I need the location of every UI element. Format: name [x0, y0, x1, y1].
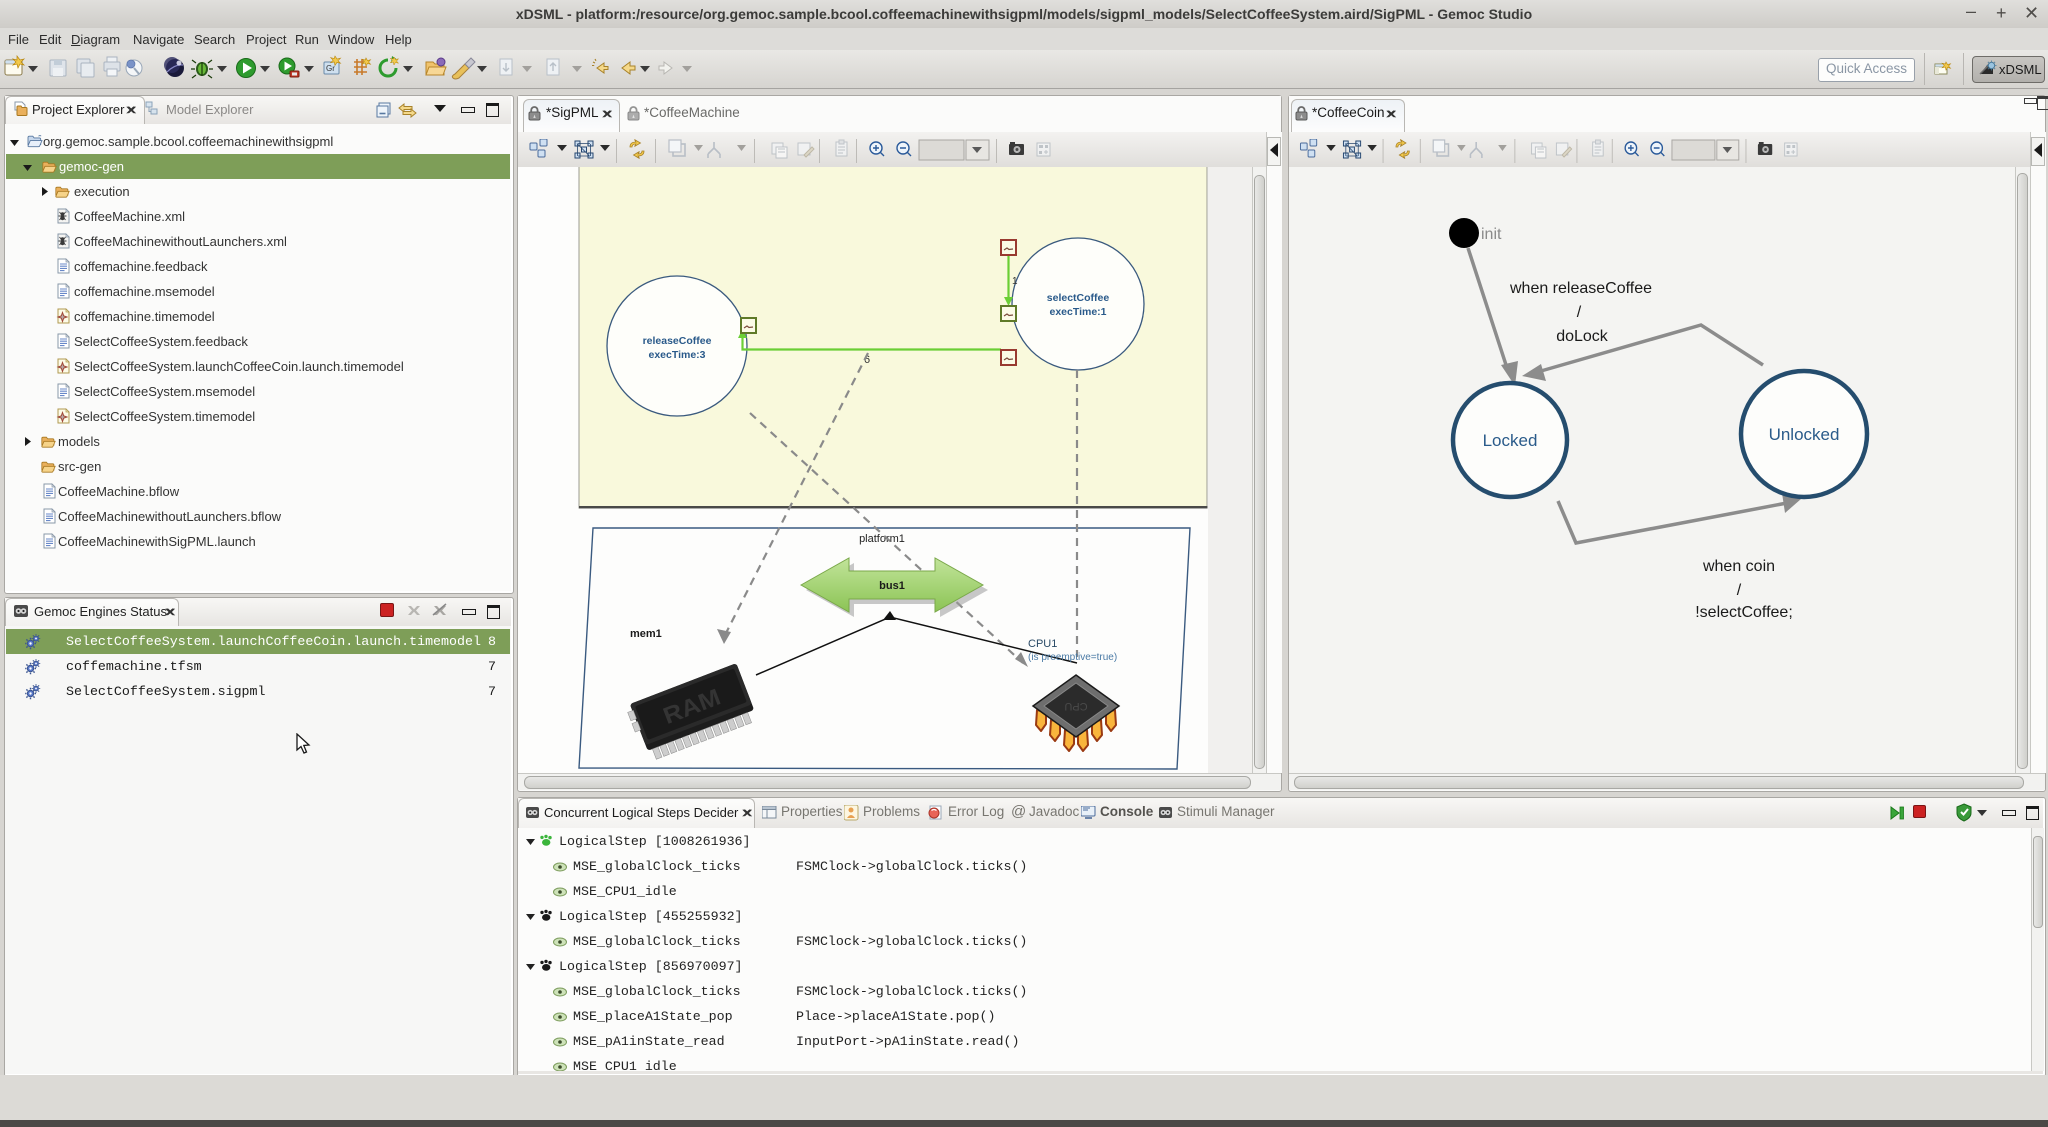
svg-text:CPU: CPU	[1064, 700, 1087, 712]
svg-text:CPU1: CPU1	[1028, 638, 1057, 650]
svg-text:execTime:1: execTime:1	[1049, 306, 1106, 318]
svg-text:Unlocked: Unlocked	[1769, 425, 1840, 444]
svg-text:Gr: Gr	[326, 64, 335, 73]
svg-text:init: init	[1481, 226, 1502, 243]
svg-text:bus1: bus1	[879, 580, 905, 592]
svg-text:/: /	[1577, 304, 1582, 321]
svg-text:!selectCoffee;: !selectCoffee;	[1695, 604, 1793, 621]
svg-text:doLock: doLock	[1556, 328, 1609, 345]
svg-text:selectCoffee: selectCoffee	[1047, 292, 1110, 304]
svg-text:releaseCoffee: releaseCoffee	[643, 335, 712, 347]
svg-text:execTime:3: execTime:3	[648, 349, 705, 361]
svg-text:(is preemptive=true): (is preemptive=true)	[1028, 652, 1117, 663]
svg-text:when releaseCoffee: when releaseCoffee	[1509, 280, 1652, 297]
svg-text:platform1: platform1	[859, 533, 905, 545]
svg-text:when coin: when coin	[1702, 558, 1775, 575]
svg-text:Locked: Locked	[1483, 431, 1538, 450]
svg-text:1: 1	[1012, 276, 1018, 287]
svg-text:/: /	[1737, 582, 1742, 599]
svg-text:mem1: mem1	[630, 628, 662, 640]
